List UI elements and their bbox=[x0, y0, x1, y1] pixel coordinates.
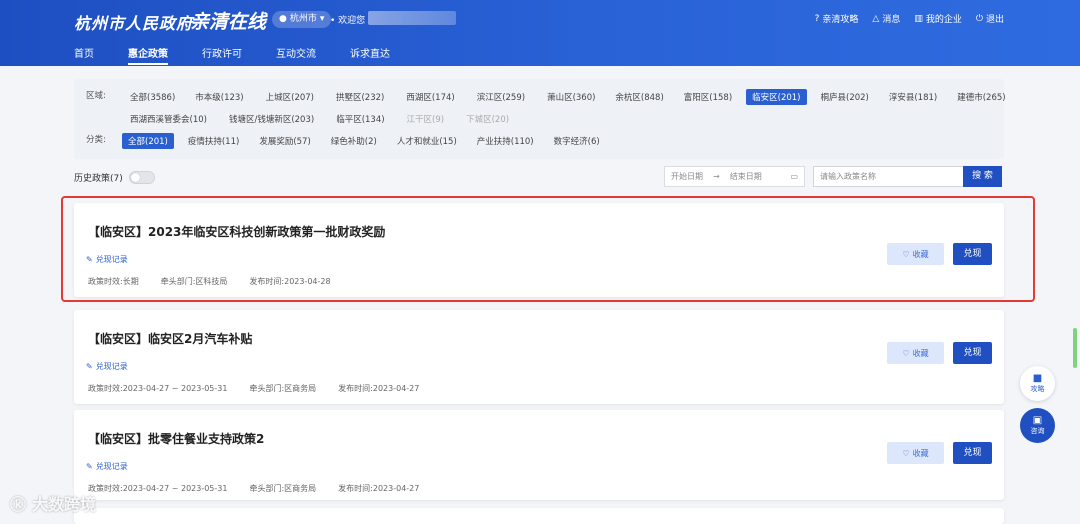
policy-card[interactable]: 【临安区】批零住餐业支持政策2 ✎ 兑现记录 政策时效:2023-04-27 ~ … bbox=[74, 410, 1004, 500]
chat-icon: ▣ bbox=[1032, 415, 1043, 426]
history-toggle[interactable] bbox=[128, 171, 155, 184]
nav-appeal[interactable]: 诉求直达 bbox=[350, 45, 390, 65]
heart-icon: ♡ bbox=[902, 448, 910, 458]
region-chip[interactable]: 富阳区(158) bbox=[678, 89, 738, 105]
policy-card-partial[interactable] bbox=[74, 508, 1004, 524]
start-date[interactable]: 开始日期 bbox=[671, 171, 703, 182]
nav-permit[interactable]: 行政许可 bbox=[202, 45, 242, 65]
policy-meta: 政策时效:2023-04-27 ~ 2023-05-31 牵头部门:区商务局 发… bbox=[88, 383, 419, 394]
region-chip[interactable]: 桐庐县(202) bbox=[815, 89, 875, 105]
logout-link[interactable]: ⏻ 退出 bbox=[975, 12, 1004, 26]
policy-meta: 政策时效:2023-04-27 ~ 2023-05-31 牵头部门:区商务局 发… bbox=[88, 483, 419, 494]
heart-icon: ♡ bbox=[902, 348, 910, 358]
consult-float-button[interactable]: ▣ 咨询 bbox=[1020, 408, 1055, 443]
top-header: 杭州市人民政府 亲清在线 ● 杭州市 ▾ • 欢迎您 ? 亲清攻略 △ 消息 ▥ 我的… bbox=[0, 0, 1080, 66]
region-chip[interactable]: 西湖西溪管委会(10) bbox=[124, 111, 213, 127]
category-chip[interactable]: 人才和就业(15) bbox=[391, 133, 463, 149]
category-chip[interactable]: 数字经济(6) bbox=[548, 133, 606, 149]
region-chip[interactable]: 市本级(123) bbox=[189, 89, 249, 105]
region-chips-1: 全部(3586) 市本级(123) 上城区(207) 拱墅区(232) 西湖区(… bbox=[124, 89, 1012, 105]
header-links: ? 亲清攻略 △ 消息 ▥ 我的企业 ⏻ 退出 bbox=[814, 12, 1004, 26]
policy-validity: 政策时效:2023-04-27 ~ 2023-05-31 bbox=[88, 384, 228, 393]
redeem-button[interactable]: 兑现 bbox=[953, 442, 992, 464]
region-chip-selected[interactable]: 临安区(201) bbox=[746, 89, 807, 105]
policy-search-input[interactable]: 请输入政策名称 bbox=[813, 166, 964, 187]
history-label: 历史政策(7) bbox=[74, 174, 123, 184]
chevron-down-icon: ▾ bbox=[319, 14, 325, 24]
redeem-button[interactable]: 兑现 bbox=[953, 342, 992, 364]
scrollbar-thumb[interactable] bbox=[1073, 328, 1077, 368]
region-chip[interactable]: 江干区(9) bbox=[401, 111, 451, 127]
guide-float-button[interactable]: ■ 攻略 bbox=[1020, 366, 1055, 401]
nav-home[interactable]: 首页 bbox=[74, 45, 94, 65]
watermark-logo-icon: ⓚ bbox=[10, 495, 27, 514]
policy-date: 发布时间:2023-04-27 bbox=[338, 384, 420, 393]
category-chip-selected[interactable]: 全部(201) bbox=[122, 133, 174, 149]
date-range-picker[interactable]: 开始日期 → 结束日期 ▭ bbox=[664, 166, 805, 187]
power-icon: ⏻ bbox=[975, 13, 983, 24]
brand-logo[interactable]: 杭州市人民政府 bbox=[74, 10, 193, 34]
guide-float-label: 攻略 bbox=[1030, 385, 1045, 393]
watermark: ⓚ 大数跨境 bbox=[10, 491, 96, 515]
favorite-button[interactable]: ♡ 收藏 bbox=[887, 442, 944, 464]
region-chips-2: 西湖西溪管委会(10) 钱塘区/钱塘新区(203) 临平区(134) 江干区(9… bbox=[124, 111, 515, 127]
city-label: 杭州市 bbox=[289, 14, 317, 24]
highlight-frame bbox=[61, 196, 1035, 302]
end-date[interactable]: 结束日期 bbox=[730, 171, 762, 182]
region-chip[interactable]: 临平区(134) bbox=[330, 111, 390, 127]
policy-dept: 牵头部门:区商务局 bbox=[249, 384, 317, 393]
nav-interaction[interactable]: 互动交流 bbox=[276, 45, 316, 65]
region-chip[interactable]: 全部(3586) bbox=[124, 89, 181, 105]
redeem-record-link[interactable]: ✎ 兑现记录 bbox=[86, 361, 128, 372]
guide-link[interactable]: ? 亲清攻略 bbox=[814, 12, 859, 26]
nav-policy[interactable]: 惠企政策 bbox=[128, 45, 168, 65]
policy-title[interactable]: 【临安区】批零住餐业支持政策2 bbox=[88, 430, 264, 447]
search-button[interactable]: 搜 索 bbox=[963, 166, 1002, 187]
category-chips: 全部(201) 疫情扶持(11) 发展奖励(57) 绿色补助(2) 人才和就业(… bbox=[122, 133, 606, 149]
edit-icon: ✎ bbox=[86, 362, 93, 371]
category-chip[interactable]: 绿色补助(2) bbox=[325, 133, 383, 149]
region-chip[interactable]: 建德市(265) bbox=[951, 89, 1011, 105]
welcome-text: • 欢迎您 bbox=[330, 16, 366, 26]
my-company-link[interactable]: ▥ 我的企业 bbox=[914, 12, 962, 26]
region-chip[interactable]: 余杭区(848) bbox=[609, 89, 669, 105]
username-blurred bbox=[368, 11, 456, 25]
main-nav: 首页 惠企政策 行政许可 互动交流 诉求直达 bbox=[74, 45, 390, 65]
location-icon: ● bbox=[279, 14, 287, 24]
message-link[interactable]: △ 消息 bbox=[872, 12, 900, 26]
favorite-button[interactable]: ♡ 收藏 bbox=[887, 342, 944, 364]
region-chip[interactable]: 西湖区(174) bbox=[400, 89, 460, 105]
policy-date: 发布时间:2023-04-27 bbox=[338, 484, 420, 493]
policy-validity: 政策时效:2023-04-27 ~ 2023-05-31 bbox=[88, 484, 228, 493]
slogan-logo: 亲清在线 bbox=[190, 11, 267, 33]
building-icon: ▥ bbox=[914, 13, 923, 24]
category-chip[interactable]: 产业扶持(110) bbox=[471, 133, 540, 149]
video-icon: ■ bbox=[1032, 373, 1043, 384]
category-chip[interactable]: 发展奖励(57) bbox=[253, 133, 316, 149]
bell-icon: △ bbox=[872, 13, 880, 24]
region-chip[interactable]: 上城区(207) bbox=[260, 89, 320, 105]
filter-panel: 区域: 全部(3586) 市本级(123) 上城区(207) 拱墅区(232) … bbox=[74, 79, 1006, 159]
policy-dept: 牵头部门:区商务局 bbox=[249, 484, 317, 493]
region-chip[interactable]: 拱墅区(232) bbox=[330, 89, 390, 105]
policy-card[interactable]: 【临安区】临安区2月汽车补贴 ✎ 兑现记录 政策时效:2023-04-27 ~ 2… bbox=[74, 310, 1004, 404]
region-chip[interactable]: 滨江区(259) bbox=[471, 89, 531, 105]
region-chip[interactable]: 淳安县(181) bbox=[883, 89, 943, 105]
edit-icon: ✎ bbox=[86, 462, 93, 471]
calendar-icon: ▭ bbox=[790, 172, 798, 181]
policy-title[interactable]: 【临安区】临安区2月汽车补贴 bbox=[88, 330, 252, 347]
region-chip[interactable]: 钱塘区/钱塘新区(203) bbox=[223, 111, 320, 127]
region-chip[interactable]: 萧山区(360) bbox=[541, 89, 601, 105]
watermark-text: 大数跨境 bbox=[32, 495, 97, 514]
consult-float-label: 咨询 bbox=[1030, 427, 1045, 435]
history-policy: 历史政策(7) bbox=[74, 171, 155, 184]
category-chip[interactable]: 疫情扶持(11) bbox=[182, 133, 245, 149]
city-selector[interactable]: ● 杭州市 ▾ bbox=[272, 11, 332, 28]
region-chip[interactable]: 下城区(20) bbox=[460, 111, 515, 127]
question-icon: ? bbox=[814, 13, 820, 24]
arrow-right-icon: → bbox=[713, 172, 720, 181]
redeem-record-link[interactable]: ✎ 兑现记录 bbox=[86, 461, 128, 472]
